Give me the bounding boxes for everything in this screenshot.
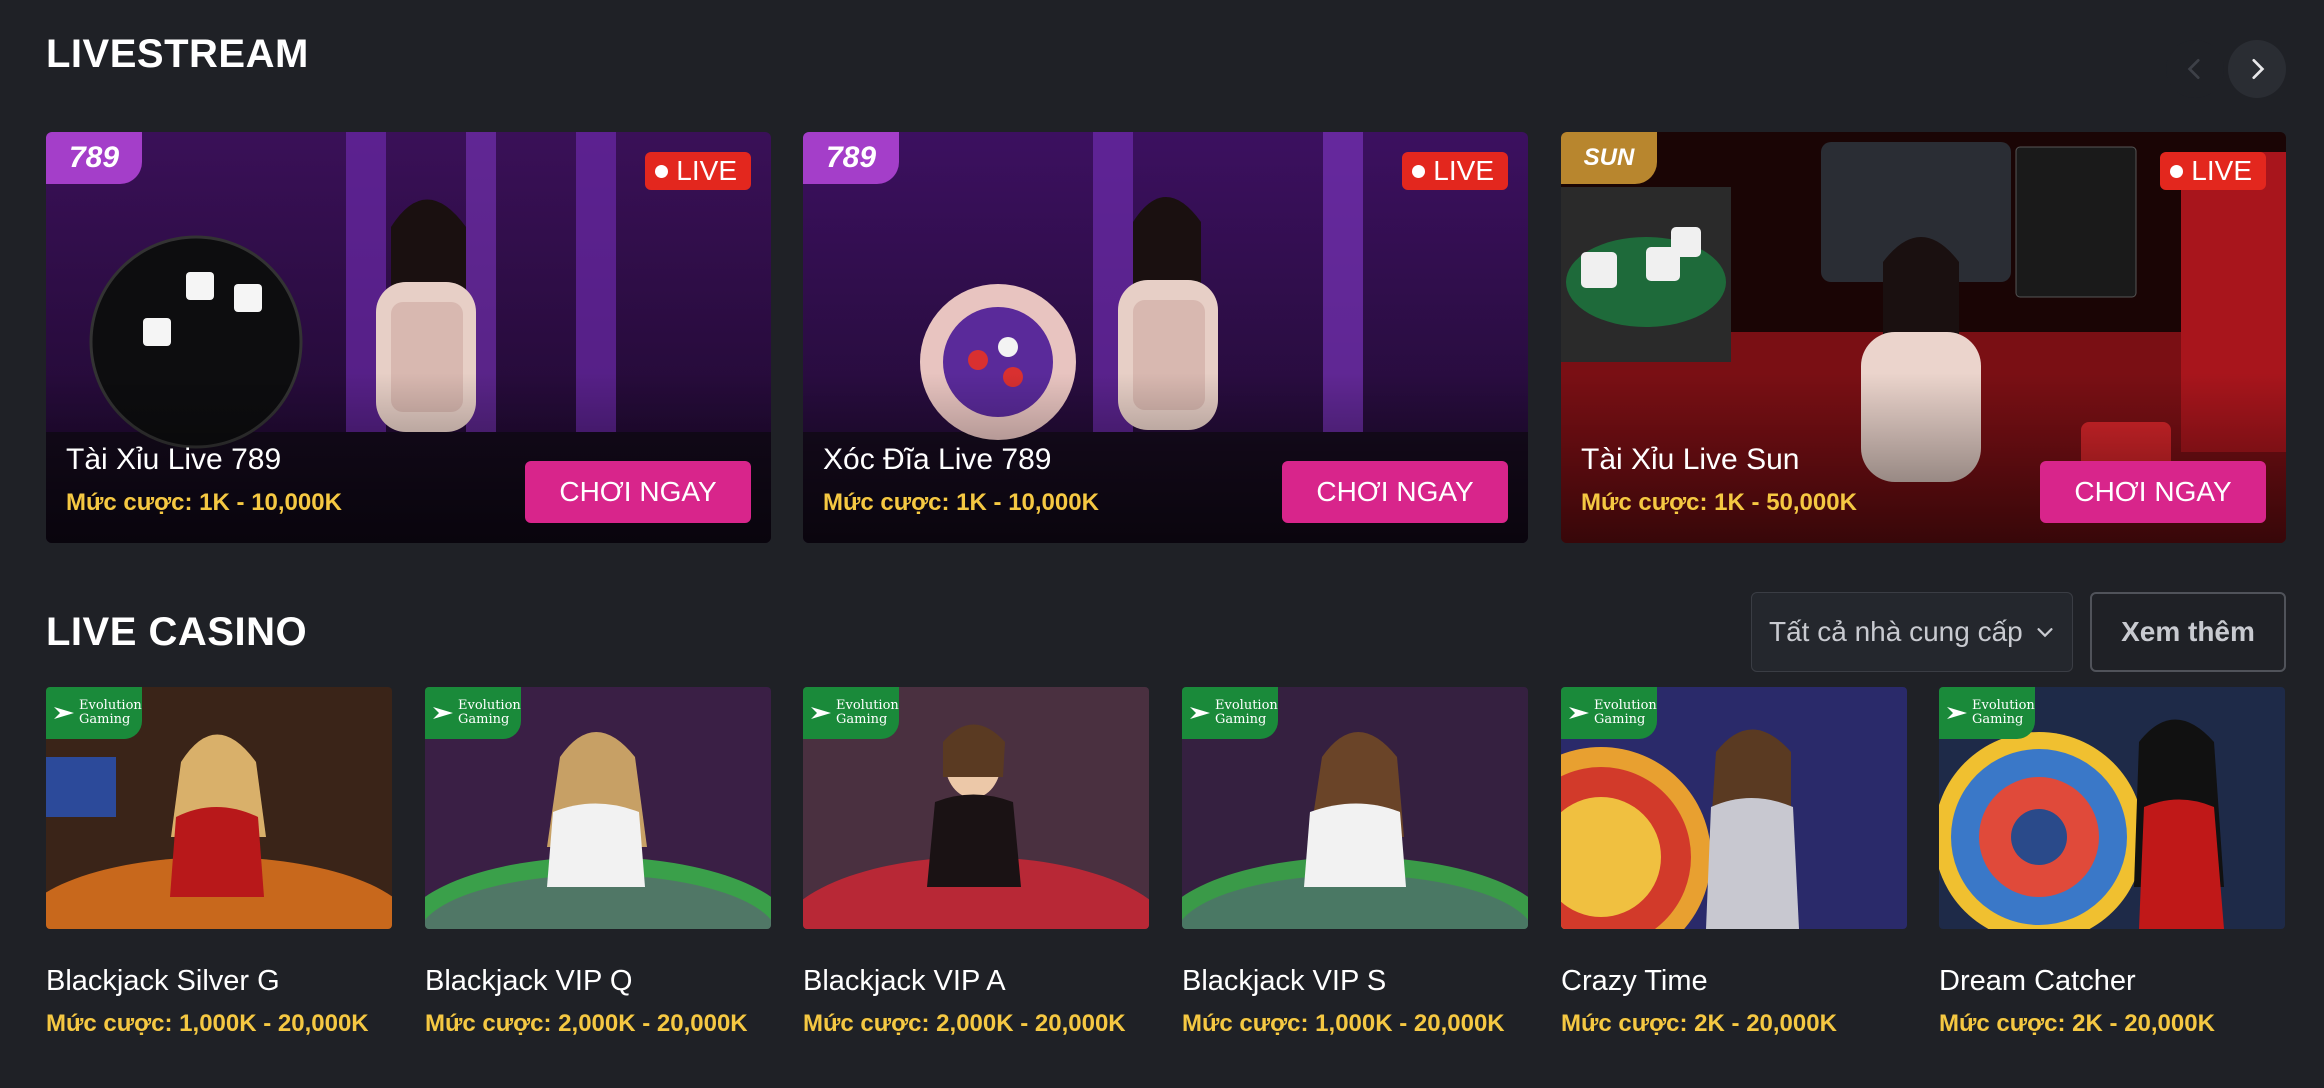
live-casino-title: LIVE CASINO: [46, 610, 308, 654]
live-dot-icon: [1412, 164, 1426, 178]
live-badge: LIVE: [645, 152, 751, 190]
game-bet-range: Mức cược: 2K - 20,000K: [1561, 1010, 1837, 1037]
live-bet-range: Mức cược: 1K - 10,000K: [66, 489, 342, 516]
livestream-title: LIVESTREAM: [46, 32, 309, 76]
evolution-gaming-logo: Evolution Gaming: [1561, 687, 1657, 739]
live-bet-range: Mức cược: 1K - 10,000K: [823, 489, 1099, 516]
live-card[interactable]: 789 LIVE Xóc Đĩa Live 789 Mức cược: 1K -…: [803, 132, 1528, 543]
game-bet-range: Mức cược: 2,000K - 20,000K: [803, 1010, 1126, 1037]
evolution-gaming-logo: Evolution Gaming: [46, 687, 142, 739]
live-game-name: Xóc Đĩa Live 789: [823, 443, 1052, 476]
game-thumbnail: Evolution Gaming: [1939, 687, 2285, 929]
evolution-gaming-logo: Evolution Gaming: [1182, 687, 1278, 739]
evolution-logo-icon: [811, 707, 831, 719]
live-card[interactable]: SUN LIVE Tài Xỉu Live Sun Mức cược: 1K -…: [1561, 132, 2286, 543]
game-name: Blackjack VIP A: [803, 965, 1006, 997]
game-name: Blackjack Silver G: [46, 965, 280, 997]
live-dot-icon: [2170, 164, 2184, 178]
live-badge-label: LIVE: [676, 155, 737, 186]
play-now-button[interactable]: CHƠI NGAY: [1282, 461, 1508, 523]
live-game-name: Tài Xỉu Live Sun: [1581, 443, 1800, 476]
game-name: Dream Catcher: [1939, 965, 2136, 997]
casino-game-card[interactable]: Evolution Gaming Blackjack VIP A Mức cược…: [803, 687, 1149, 1038]
see-more-button[interactable]: Xem thêm: [2090, 592, 2286, 672]
play-now-button[interactable]: CHƠI NGAY: [2040, 461, 2266, 523]
evolution-gaming-logo: Evolution Gaming: [803, 687, 899, 739]
play-now-button[interactable]: CHƠI NGAY: [525, 461, 751, 523]
game-bet-range: Mức cược: 1,000K - 20,000K: [1182, 1010, 1505, 1037]
game-thumbnail: Evolution Gaming: [1561, 687, 1907, 929]
carousel-prev-button[interactable]: [2166, 40, 2224, 98]
casino-game-card[interactable]: Evolution Gaming Blackjack VIP Q Mức cược…: [425, 687, 771, 1038]
live-bet-range: Mức cược: 1K - 50,000K: [1581, 489, 1857, 516]
provider-select-value: Tất cả nhà cung cấp: [1769, 616, 2023, 647]
live-card[interactable]: 789 LIVE Tài Xỉu Live 789 Mức cược: 1K -…: [46, 132, 771, 543]
chevron-left-icon: [2187, 58, 2200, 80]
casino-game-card[interactable]: Evolution Gaming Dream Catcher Mức cược: …: [1939, 687, 2285, 1038]
provider-select[interactable]: Tất cả nhà cung cấp: [1751, 592, 2073, 672]
brand-789-logo: 789: [46, 132, 142, 184]
game-bet-range: Mức cược: 1,000K - 20,000K: [46, 1010, 369, 1037]
evolution-logo-icon: [1569, 707, 1589, 719]
game-thumbnail: Evolution Gaming: [425, 687, 771, 929]
chevron-right-icon: [2252, 58, 2265, 80]
evolution-gaming-logo: Evolution Gaming: [1939, 687, 2035, 739]
brand-sun-logo: SUN: [1561, 132, 1657, 184]
live-badge-label: LIVE: [2191, 155, 2252, 186]
game-name: Blackjack VIP Q: [425, 965, 633, 997]
casino-game-card[interactable]: Evolution Gaming Crazy Time Mức cược: 2K …: [1561, 687, 1907, 1038]
evolution-logo-icon: [1190, 707, 1210, 719]
evolution-gaming-logo: Evolution Gaming: [425, 687, 521, 739]
game-thumbnail: Evolution Gaming: [46, 687, 392, 929]
carousel-next-button[interactable]: [2228, 40, 2286, 98]
casino-game-card[interactable]: Evolution Gaming Blackjack Silver G Mức c…: [46, 687, 392, 1038]
live-badge-label: LIVE: [1433, 155, 1494, 186]
casino-game-card[interactable]: Evolution Gaming Blackjack VIP S Mức cược…: [1182, 687, 1528, 1038]
game-thumbnail: Evolution Gaming: [1182, 687, 1528, 929]
evolution-logo-icon: [54, 707, 74, 719]
evolution-logo-icon: [1947, 707, 1967, 719]
live-game-name: Tài Xỉu Live 789: [66, 443, 282, 476]
chevron-down-icon: [2037, 628, 2053, 638]
brand-789-logo: 789: [803, 132, 899, 184]
live-badge: LIVE: [1402, 152, 1508, 190]
game-name: Crazy Time: [1561, 965, 1708, 997]
evolution-logo-icon: [433, 707, 453, 719]
game-bet-range: Mức cược: 2K - 20,000K: [1939, 1010, 2215, 1037]
game-bet-range: Mức cược: 2,000K - 20,000K: [425, 1010, 748, 1037]
game-thumbnail: Evolution Gaming: [803, 687, 1149, 929]
game-name: Blackjack VIP S: [1182, 965, 1387, 997]
live-badge: LIVE: [2160, 152, 2266, 190]
live-dot-icon: [655, 164, 669, 178]
